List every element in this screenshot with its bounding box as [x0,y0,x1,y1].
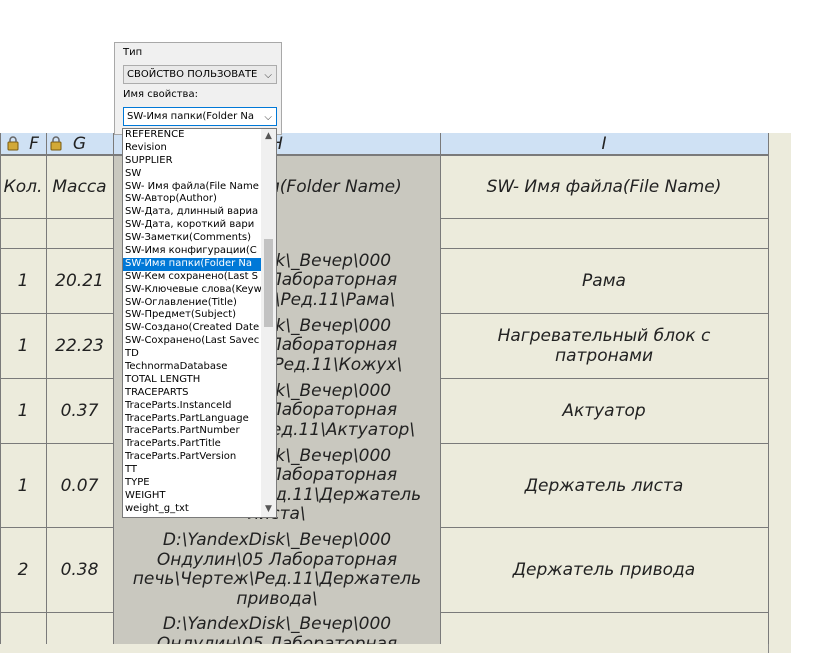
type-label: Тип [123,47,143,58]
chevron-down-icon: ⌵ [264,112,272,123]
dropdown-item[interactable]: Revision [123,142,262,155]
table-cell[interactable]: 2 [0,528,46,612]
dropdown-item[interactable]: TraceParts.InstanceId [123,400,262,413]
dropdown-item[interactable]: WEIGHT [123,490,262,503]
table-cell[interactable]: 22.23 [46,314,113,378]
dropdown-item[interactable]: TYPE [123,477,262,490]
dropdown-item[interactable]: TraceParts.PartTitle [123,438,262,451]
dropdown-item[interactable]: TT [123,464,262,477]
dropdown-item[interactable]: weight_g_txt [123,503,262,516]
dropdown-item[interactable]: SW-Предмет(Subject) [123,309,262,322]
table-cell[interactable]: Актуатор [440,379,768,443]
dropdown-item[interactable]: SW-Ключевые слова(Keyw [123,284,262,297]
dropdown-item[interactable]: REFERENCE [123,129,262,142]
dropdown-item[interactable]: TraceParts.PartNumber [123,425,262,438]
chevron-up-icon[interactable]: ▲ [261,129,276,144]
lock-icon [6,136,20,156]
dropdown-item[interactable]: TechnormaDatabase [123,361,262,374]
dropdown-item[interactable]: SW-Оглавление(Title) [123,297,262,310]
table-cell[interactable]: D:\YandexDisk\_Вечер\000 Ондулин\05 Лабор… [114,528,440,612]
dropdown-item[interactable]: TRACEPARTS [123,387,262,400]
type-select[interactable]: СВОЙСТВО ПОЛЬЗОВАТЕ ⌵ [123,65,277,84]
dropdown-item[interactable]: SW-Создано(Created Date [123,322,262,335]
table-cell[interactable]: Держатель привода [440,528,768,612]
table-cell[interactable]: Кол. [0,156,46,218]
table-cell[interactable]: 1 [0,314,46,378]
dropdown-item[interactable]: TraceParts.PartVersion [123,451,262,464]
column-header-f[interactable]: F [0,133,46,155]
dropdown-item[interactable]: SW- Имя файла(File Name [123,181,262,194]
dropdown-item[interactable]: SUPPLIER [123,155,262,168]
dropdown-item[interactable]: TOTAL LENGTH [123,374,262,387]
table-cell[interactable]: Держатель листа [440,444,768,527]
table-cell[interactable]: SW- Имя файла(File Name) [440,156,768,218]
property-name-label: Имя свойства: [123,89,198,100]
lock-icon [49,136,63,156]
dropdown-item[interactable]: SW-Имя конфигурации(С [123,245,262,258]
table-cell[interactable]: Рама [440,249,768,313]
table-cell[interactable]: 1 [0,444,46,527]
sheet-edge [768,133,791,653]
dropdown-scrollbar[interactable]: ▲ ▼ [261,129,276,517]
table-cell[interactable]: 0.38 [46,528,113,612]
dropdown-item[interactable]: SW-Автор(Author) [123,193,262,206]
scroll-thumb[interactable] [264,239,273,327]
table-cell[interactable]: Масса [46,156,113,218]
table-cell[interactable]: 0.07 [46,444,113,527]
table-cell[interactable]: 1 [0,249,46,313]
property-panel: Тип СВОЙСТВО ПОЛЬЗОВАТЕ ⌵ Имя свойства: … [114,42,282,135]
property-name-dropdown[interactable]: REFERENCE Revision SUPPLIER SW SW- Имя файла… [122,128,277,518]
column-header-i[interactable]: I [440,133,768,155]
chevron-down-icon[interactable]: ▼ [261,502,276,517]
dropdown-item[interactable]: TD [123,348,262,361]
property-name-select[interactable]: SW-Имя папки(Folder Na ⌵ [123,107,277,126]
table-cell[interactable]: 20.21 [46,249,113,313]
dropdown-item[interactable]: SW-Дата, короткий вари [123,219,262,232]
table-cell[interactable]: 0.37 [46,379,113,443]
table-cell[interactable]: Нагревательный блок с патронами [440,314,768,378]
dropdown-item[interactable]: SW-Сохранено(Last Savec [123,335,262,348]
dropdown-item[interactable]: SW-Кем сохранено(Last S [123,271,262,284]
table-cell[interactable]: D:\YandexDisk\_Вечер\000 Ондулин\05 Лабор… [114,613,440,644]
dropdown-item[interactable]: SW-Имя папки(Folder Na [123,257,262,271]
dropdown-list: REFERENCE Revision SUPPLIER SW SW- Имя файла… [123,129,262,516]
table-cell[interactable]: 1 [0,379,46,443]
chevron-down-icon: ⌵ [264,70,272,81]
column-header-g[interactable]: G [46,133,113,155]
dropdown-item[interactable]: SW-Заметки(Comments) [123,232,262,245]
dropdown-item[interactable]: SW [123,168,262,181]
dropdown-item[interactable]: SW-Дата, длинный вариа [123,206,262,219]
dropdown-item[interactable]: TraceParts.PartLanguage [123,413,262,426]
grid-line [768,133,769,644]
